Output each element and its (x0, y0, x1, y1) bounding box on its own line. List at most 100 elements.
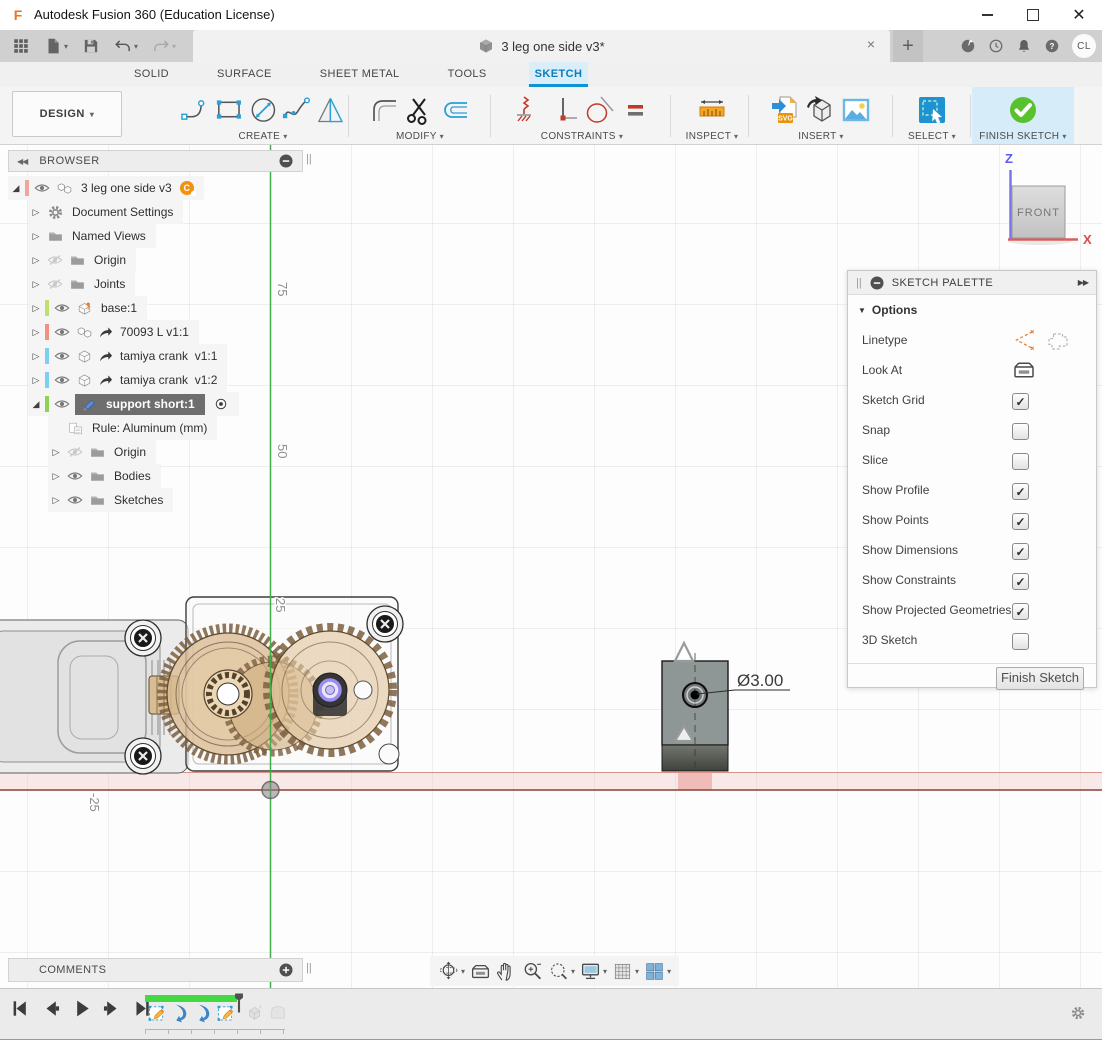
ribbon-tab-sketch[interactable]: SKETCH (529, 62, 589, 87)
save-button[interactable] (78, 35, 104, 57)
redo-button[interactable]: ▾ (148, 35, 180, 57)
bolt[interactable] (125, 620, 161, 656)
view-cube[interactable]: FRONT Z X (1005, 151, 1092, 247)
browser-drag-grip[interactable]: || (306, 153, 312, 165)
equal-icon[interactable] (619, 94, 651, 126)
minimize-button[interactable] (964, 0, 1010, 30)
mesh-icon[interactable] (805, 94, 837, 126)
expander-icon[interactable]: ▷ (48, 495, 64, 506)
expander-icon[interactable]: ▷ (28, 303, 44, 314)
fit-button[interactable]: ▾ (548, 961, 575, 982)
dimension-value[interactable]: Ø3.00 (737, 671, 783, 690)
origin-point[interactable] (262, 782, 279, 799)
timeline-feature-revolve[interactable] (193, 1003, 213, 1023)
browser-header[interactable]: ◀◀ BROWSER (8, 150, 303, 172)
bolt[interactable] (125, 738, 161, 774)
browser-item-bodies[interactable]: ▷Bodies (48, 464, 161, 488)
browser-item-support-short-1[interactable]: ◢support short:1 (28, 392, 239, 416)
linetype-construction-icon[interactable] (1012, 328, 1036, 352)
browser-item-origin[interactable]: ▷Origin (48, 440, 156, 464)
ribbon-tab-surface[interactable]: SURFACE (211, 62, 278, 87)
lookat-icon[interactable] (1012, 358, 1036, 382)
canvas-img-icon[interactable] (840, 94, 872, 126)
group-label-dropdown[interactable]: SELECT ▾ (896, 131, 968, 142)
lookat-button[interactable] (470, 961, 491, 982)
panel-minimize-icon[interactable] (869, 275, 885, 291)
expander-icon[interactable]: ▷ (28, 207, 44, 218)
group-label-dropdown[interactable]: FINISH SKETCH ▾ (972, 131, 1074, 142)
eye-on-icon[interactable] (54, 300, 70, 316)
eye-on-icon[interactable] (54, 396, 70, 412)
browser-item-document-settings[interactable]: ▷Document Settings (28, 200, 183, 224)
line-icon[interactable] (180, 94, 211, 126)
workspace-selector[interactable]: DESIGN▾ (12, 91, 122, 137)
display-button[interactable]: ▾ (580, 961, 607, 982)
circle-icon[interactable] (248, 94, 279, 126)
extensions-icon[interactable] (960, 38, 976, 54)
play-button[interactable] (70, 997, 93, 1020)
dock-panel-icon[interactable]: ▶▶ (1078, 278, 1088, 287)
browser-item-named-views[interactable]: ▷Named Views (28, 224, 156, 248)
orbit-button[interactable]: ▾ (438, 961, 465, 982)
eye-off-icon[interactable] (47, 252, 63, 268)
ribbon-tab-solid[interactable]: SOLID (128, 62, 175, 87)
close-document-icon[interactable]: × (862, 36, 880, 52)
select-icon[interactable] (916, 94, 948, 126)
hv-icon[interactable] (514, 94, 546, 126)
browser-item-3-leg-one-side-v3[interactable]: ◢3 leg one side v3C (8, 176, 204, 200)
document-tab[interactable]: 3 leg one side v3* × (193, 30, 890, 62)
expander-icon[interactable]: ▷ (28, 231, 44, 242)
show-points-checkbox[interactable]: ✓ (1012, 513, 1029, 530)
expander-icon[interactable]: ▷ (48, 447, 64, 458)
gridset-button[interactable]: ▾ (612, 961, 639, 982)
collapse-panel-icon[interactable]: ◀◀ (17, 157, 27, 166)
new-tab-button[interactable]: + (893, 30, 923, 62)
linetype-projected-icon[interactable] (1046, 328, 1070, 352)
rect-icon[interactable] (214, 94, 245, 126)
viewports-button[interactable]: ▾ (644, 961, 671, 982)
undo-button[interactable]: ▾ (110, 35, 142, 57)
expander-icon[interactable]: ▷ (48, 471, 64, 482)
step-forward-button[interactable] (100, 997, 123, 1020)
gearbox-assembly[interactable] (0, 597, 403, 774)
eye-on-icon[interactable] (34, 180, 50, 196)
fillet-icon[interactable] (369, 94, 401, 126)
expander-icon[interactable]: ▷ (28, 375, 44, 386)
timeline-future-extrude[interactable] (244, 1003, 264, 1023)
tangent-icon[interactable] (584, 94, 616, 126)
expander-icon[interactable]: ▷ (28, 327, 44, 338)
radio-icon[interactable] (213, 396, 229, 412)
file-button[interactable]: ▾ (40, 35, 72, 57)
notifications-icon[interactable] (1016, 38, 1032, 54)
browser-item-rule-aluminum-mm[interactable]: Rule: Aluminum (mm) (48, 416, 217, 440)
eye-on-icon[interactable] (67, 492, 83, 508)
eye-on-icon[interactable] (54, 372, 70, 388)
spline-hub[interactable] (204, 670, 252, 718)
pan-button[interactable] (496, 961, 517, 982)
snap-checkbox[interactable] (1012, 423, 1029, 440)
options-section-header[interactable]: ▼ Options (848, 295, 1096, 325)
panel-minimize-icon[interactable] (278, 153, 294, 169)
selected-item-chip[interactable]: support short:1 (75, 394, 205, 415)
palette-drag-grip[interactable]: || (856, 277, 862, 289)
skip-start-button[interactable] (10, 997, 33, 1020)
3d-sketch-checkbox[interactable] (1012, 633, 1029, 650)
support-part[interactable]: Ø3.00 (662, 643, 790, 772)
mirror-icon[interactable] (315, 94, 346, 126)
close-button[interactable]: ✕ (1056, 0, 1102, 30)
comments-drag-grip[interactable]: || (306, 962, 312, 974)
expander-icon[interactable]: ▷ (28, 279, 44, 290)
expander-icon[interactable]: ◢ (8, 183, 24, 194)
show-constraints-checkbox[interactable]: ✓ (1012, 573, 1029, 590)
timeline-feature-revolve[interactable] (170, 1003, 190, 1023)
insert-svg-icon[interactable]: SVG (770, 94, 802, 126)
ribbon-tab-tools[interactable]: TOOLS (442, 62, 493, 87)
browser-item-base-1[interactable]: ▷base:1 (28, 296, 147, 320)
timeline-feature-sketch[interactable] (216, 1003, 236, 1023)
sketch-point[interactable] (691, 691, 700, 700)
zoom-button[interactable] (522, 961, 543, 982)
comments-bar[interactable]: COMMENTS (8, 958, 303, 982)
group-label-dropdown[interactable]: CONSTRAINTS ▾ (496, 131, 668, 142)
bolt[interactable] (367, 606, 403, 642)
app-grid-button[interactable] (8, 35, 34, 57)
